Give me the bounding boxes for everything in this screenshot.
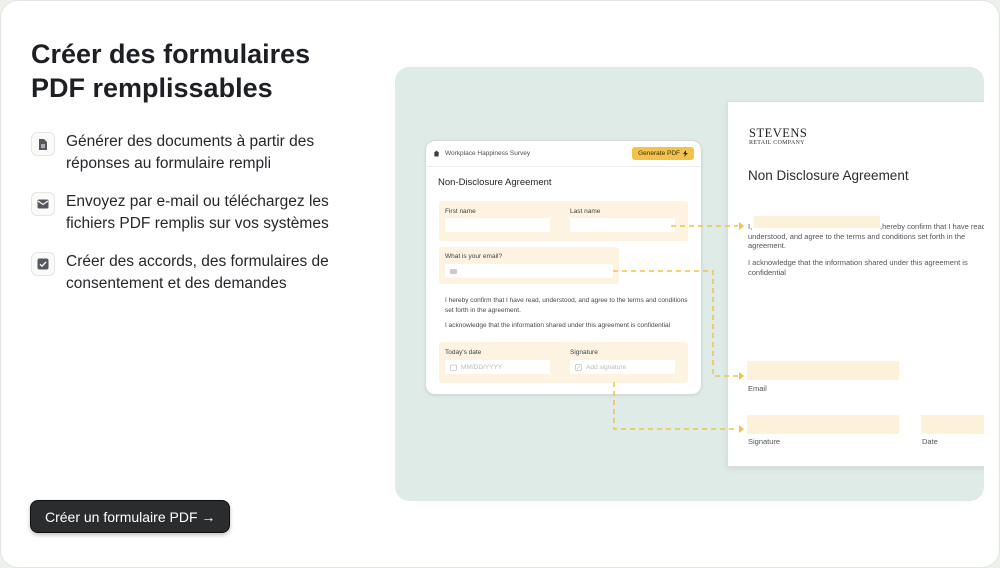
- checkbox-icon: [31, 252, 55, 276]
- envelope-icon: [31, 192, 55, 216]
- feature-card: Créer des formulaires PDF remplissables …: [0, 0, 1000, 568]
- create-pdf-form-button[interactable]: Créer un formulaire PDF →: [30, 500, 231, 533]
- arrowhead: [739, 425, 744, 433]
- feature-list: Générer des documents à partir des répon…: [31, 131, 361, 311]
- title-line-1: Créer des formulaires: [31, 39, 311, 69]
- connector-lines: [613, 222, 744, 433]
- email-connector: [613, 270, 738, 377]
- arrowhead: [739, 372, 744, 380]
- document-icon: [31, 132, 55, 156]
- feature-item: Créer des accords, des formulaires de co…: [31, 251, 361, 295]
- title-line-2: PDF remplissables: [31, 73, 273, 103]
- feature-text: Créer des accords, des formulaires de co…: [66, 253, 329, 292]
- feature-text: Envoyez par e-mail ou téléchargez les fi…: [66, 193, 329, 232]
- signature-connector: [613, 382, 738, 430]
- page-title: Créer des formulaires PDF remplissables: [31, 37, 371, 105]
- feature-item: Générer des documents à partir des répon…: [31, 131, 361, 175]
- preview-panel: Workplace Happiness Survey Generate PDF …: [395, 67, 984, 501]
- feature-item: Envoyez par e-mail ou téléchargez les fi…: [31, 191, 361, 235]
- feature-text: Générer des documents à partir des répon…: [66, 133, 315, 172]
- arrowhead: [739, 222, 744, 230]
